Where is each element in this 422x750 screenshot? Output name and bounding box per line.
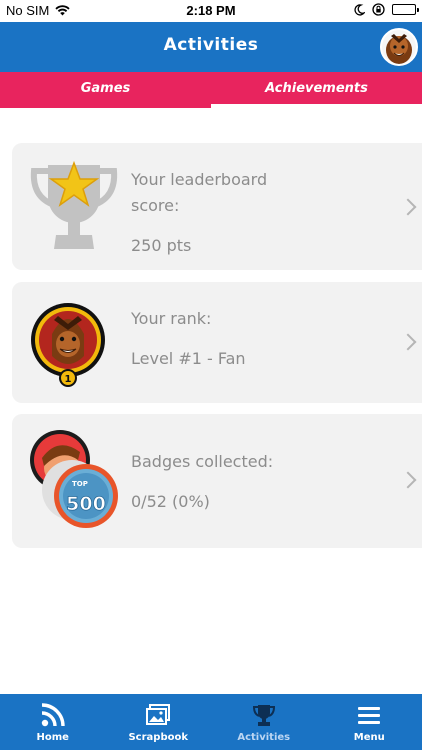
rank-text: Your rank: Level #1 - Fan: [131, 306, 246, 372]
badges-label: Badges collected:: [131, 452, 274, 471]
leaderboard-score: 250 pts: [131, 236, 192, 255]
monkey-avatar-icon: [382, 30, 416, 64]
trophy-icon: [28, 157, 120, 257]
trophy-icon: [252, 705, 275, 726]
page-title: Activities: [163, 35, 259, 55]
tab-achievements[interactable]: Achievements: [211, 72, 422, 108]
nav-home[interactable]: Home: [0, 694, 106, 750]
nav-activities[interactable]: Activities: [211, 694, 317, 750]
nav-menu-label: Menu: [353, 732, 385, 743]
nav-home-label: Home: [36, 732, 69, 743]
photos-icon: [146, 704, 171, 725]
badges-value: 0/52 (0%): [131, 492, 210, 511]
status-right: [354, 3, 419, 16]
menu-icon: [358, 707, 381, 724]
rotation-lock-icon: [372, 3, 385, 16]
leaderboard-card[interactable]: Your leaderboard score: 250 pts: [12, 143, 422, 270]
badges-text: Badges collected: 0/52 (0%): [131, 449, 273, 515]
badge-number: 500: [66, 493, 106, 515]
badges-card[interactable]: TOP 500 Badges collected: 0/52 (0%): [12, 414, 422, 548]
chevron-right-icon: [399, 471, 417, 489]
medal-number: 1: [65, 374, 72, 385]
leaderboard-label-line2: score:: [131, 196, 180, 215]
app-header: Activities: [0, 22, 422, 72]
chevron-right-icon: [399, 198, 417, 216]
nav-activities-label: Activities: [237, 732, 291, 743]
rank-value: Level #1 - Fan: [131, 349, 246, 368]
status-bar: No SIM 2:18 PM: [0, 0, 422, 22]
nav-scrapbook[interactable]: Scrapbook: [106, 694, 212, 750]
leaderboard-label-line1: Your leaderboard: [131, 170, 268, 189]
battery-icon: [392, 4, 419, 15]
rank-label: Your rank:: [131, 309, 212, 328]
rank-card[interactable]: 1 Your rank: Level #1 - Fan: [12, 282, 422, 403]
badge-icon: TOP 500: [28, 426, 124, 534]
nav-scrapbook-label: Scrapbook: [128, 732, 189, 743]
rank-medal-icon: 1: [28, 294, 108, 394]
moon-icon: [354, 3, 365, 16]
tab-bar: Games Achievements: [0, 72, 422, 108]
rss-icon: [41, 703, 65, 727]
nav-menu[interactable]: Menu: [317, 694, 422, 750]
bottom-nav: Home Scrapbook Activities Menu: [0, 694, 422, 750]
chevron-right-icon: [399, 333, 417, 351]
tab-games[interactable]: Games: [0, 72, 211, 108]
leaderboard-text: Your leaderboard score: 250 pts: [131, 167, 267, 259]
avatar[interactable]: [380, 28, 418, 66]
badge-top-label: TOP: [72, 480, 88, 488]
